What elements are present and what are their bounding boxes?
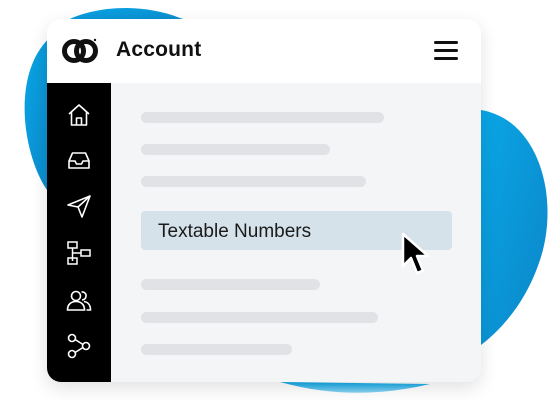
app-window: Account Textable Numbers [47,19,481,382]
placeholder-line [141,279,320,290]
app-header: Account [47,19,481,83]
inbox-icon[interactable] [65,146,93,174]
mouse-pointer-icon [401,232,430,275]
placeholder-line [141,144,330,155]
placeholder-line [141,312,378,323]
placeholder-line [141,344,292,355]
share-icon[interactable] [65,332,93,360]
flowchart-icon[interactable] [65,239,93,267]
home-icon[interactable] [65,101,93,129]
page-title: Account [116,38,202,61]
users-icon[interactable] [65,286,93,314]
chain-link-logo-icon [62,38,98,63]
placeholder-line [141,112,384,123]
send-icon[interactable] [65,192,93,220]
sidebar [47,83,111,382]
hamburger-menu-icon[interactable] [432,38,462,62]
selected-item-label: Textable Numbers [158,221,312,242]
placeholder-line [141,176,366,187]
